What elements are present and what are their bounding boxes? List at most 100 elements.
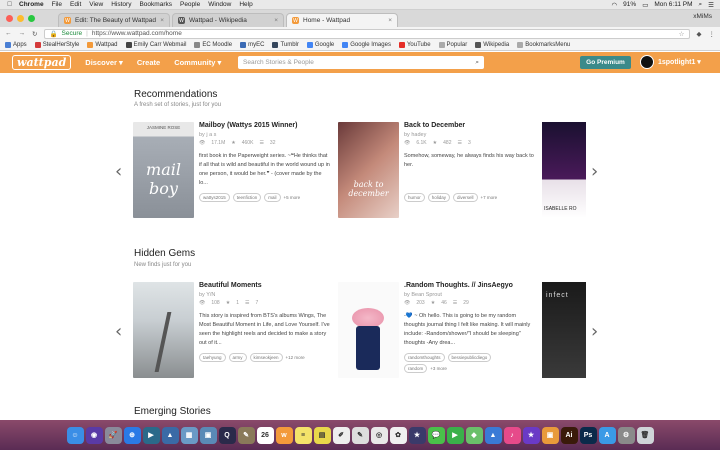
menu-bookmarks[interactable]: Bookmarks: [139, 1, 172, 8]
menu-view[interactable]: View: [89, 1, 103, 8]
carousel-next-icon[interactable]: ›: [591, 161, 598, 182]
story-title[interactable]: Back to December: [404, 122, 536, 129]
close-tab-icon[interactable]: ×: [160, 17, 164, 24]
tag[interactable]: taehyung: [199, 353, 226, 362]
stickies-icon[interactable]: ▤: [313, 426, 331, 444]
more-tags-link[interactable]: +7 more: [481, 195, 498, 200]
story-card[interactable]: JASMINE ROSE mail boy Mailboy (Wattys 201…: [133, 122, 333, 218]
tag[interactable]: kimseokjeen: [249, 353, 283, 362]
tag[interactable]: teenfiction: [232, 193, 262, 202]
illustrator-icon[interactable]: Ai: [560, 426, 578, 444]
imovie-icon[interactable]: ★: [408, 426, 426, 444]
story-author[interactable]: by j a s: [199, 132, 331, 138]
tab-home-wattpad[interactable]: W Home - Wattpad ×: [286, 13, 398, 27]
tag[interactable]: wattys2015: [199, 193, 230, 202]
reload-icon[interactable]: ↻: [32, 30, 37, 38]
tag[interactable]: mail: [264, 193, 281, 202]
app-2-icon[interactable]: ▲: [161, 426, 179, 444]
story-title[interactable]: .Random Thoughts. // JinsAegyo: [404, 282, 536, 289]
trash-icon[interactable]: 🗑: [636, 426, 654, 444]
photos-icon[interactable]: ✿: [389, 426, 407, 444]
textedit-icon[interactable]: ✐: [332, 426, 350, 444]
tag[interactable]: humor: [404, 193, 425, 202]
close-tab-icon[interactable]: ×: [274, 17, 278, 24]
bookmark-emily-carr-webmail[interactable]: Emily Carr Webmail: [125, 42, 186, 48]
menu-edit[interactable]: Edit: [70, 1, 81, 8]
star-icon[interactable]: ☆: [679, 30, 685, 38]
story-title[interactable]: Mailboy (Wattys 2015 Winner): [199, 122, 331, 129]
bookmark-google[interactable]: Google: [306, 42, 334, 48]
forward-icon[interactable]: →: [19, 30, 26, 37]
system-preferences-icon[interactable]: ⚙: [617, 426, 635, 444]
siri-icon[interactable]: ◉: [85, 426, 103, 444]
carousel-prev-icon[interactable]: ‹: [115, 161, 122, 182]
story-card[interactable]: .Random Thoughts. // JinsAegyo by Bean S…: [338, 282, 538, 378]
book-cover-random-thoughts[interactable]: [338, 282, 399, 378]
bookmark-ec-moodle[interactable]: EC Moodle: [194, 42, 232, 48]
tag[interactable]: army: [228, 353, 247, 362]
story-card[interactable]: back to december Back to December by hade…: [338, 122, 538, 218]
itunes-icon[interactable]: ♪: [503, 426, 521, 444]
story-author[interactable]: by Bean Sprout: [404, 292, 536, 298]
bookmark-tumblr[interactable]: Tumblr: [272, 42, 299, 48]
menu-history[interactable]: History: [111, 1, 131, 8]
battery-percent[interactable]: 91%: [623, 1, 636, 8]
notes-icon[interactable]: ≡: [294, 426, 312, 444]
bookmark-google-images[interactable]: Google Images: [342, 42, 391, 48]
nav-create[interactable]: Create: [137, 58, 160, 67]
tag[interactable]: holiday: [427, 193, 451, 202]
search-icon[interactable]: ⌕: [699, 1, 703, 9]
book-cover-mailboy[interactable]: JASMINE ROSE mail boy: [133, 122, 194, 218]
facetime-icon[interactable]: ▶: [446, 426, 464, 444]
more-tags-link[interactable]: +5 more: [284, 195, 301, 200]
menu-file[interactable]: File: [52, 1, 62, 8]
menu-app-name[interactable]: Chrome: [19, 1, 44, 8]
menu-window[interactable]: Window: [208, 1, 231, 8]
bookmark-stealherstyle[interactable]: StealHerStyle: [34, 42, 79, 48]
search-input[interactable]: Search Stories & People ⌕: [238, 56, 484, 69]
menu-list-icon[interactable]: ☰: [708, 1, 714, 9]
search-icon[interactable]: ⌕: [475, 59, 479, 67]
finder-icon[interactable]: ☺: [66, 426, 84, 444]
more-tags-link[interactable]: +12 more: [286, 355, 305, 360]
back-icon[interactable]: ←: [5, 30, 12, 37]
url-field[interactable]: 🔒 Secure | https://www.wattpad.com/home …: [44, 28, 690, 39]
photoshop-icon[interactable]: Ps: [579, 426, 597, 444]
wattpad-logo[interactable]: wattpad: [12, 55, 72, 70]
menu-people[interactable]: People: [180, 1, 200, 8]
app-store-icon[interactable]: A: [598, 426, 616, 444]
tab-edit-beauty[interactable]: W Edit: The Beauty of Wattpad ×: [58, 13, 170, 27]
clock[interactable]: Mon 6:11 PM: [654, 1, 692, 8]
chrome-menu-icon[interactable]: ⋮: [709, 30, 716, 38]
carousel-prev-icon[interactable]: ‹: [115, 321, 122, 342]
ibooks-icon[interactable]: ▣: [541, 426, 559, 444]
bookmark-bookmarksmenu[interactable]: BookmarksMenu: [517, 42, 570, 48]
close-window-icon[interactable]: [6, 15, 13, 22]
battery-icon[interactable]: ▭: [642, 1, 648, 9]
quicktime-icon[interactable]: Q: [218, 426, 236, 444]
story-title[interactable]: Beautiful Moments: [199, 282, 331, 289]
safari-icon[interactable]: ⊕: [123, 426, 141, 444]
bookmark-apps[interactable]: Apps: [5, 42, 27, 48]
extension-icon[interactable]: ◆: [697, 30, 702, 38]
keynote-icon[interactable]: ▲: [484, 426, 502, 444]
tag[interactable]: bessiepublicdiego: [447, 353, 492, 362]
minimize-window-icon[interactable]: [17, 15, 24, 22]
more-tags-link[interactable]: +3 more: [430, 366, 447, 371]
bookmark-youtube[interactable]: YouTube: [398, 42, 431, 48]
user-menu[interactable]: 1spotlight1 ▾: [640, 55, 701, 69]
book-cover-partial[interactable]: infect: [542, 282, 586, 378]
textedit-2-icon[interactable]: ✎: [351, 426, 369, 444]
bookmark-popular[interactable]: Popular: [438, 42, 467, 48]
book-cover-beautiful-moments[interactable]: [133, 282, 194, 378]
zoom-window-icon[interactable]: [28, 15, 35, 22]
story-author[interactable]: by Y/N: [199, 292, 331, 298]
calendar-icon[interactable]: 26: [256, 426, 274, 444]
profile-name[interactable]: xMiMs: [693, 13, 712, 20]
preview-icon[interactable]: ▣: [199, 426, 217, 444]
bookmark-myec[interactable]: myEC: [240, 42, 264, 48]
menu-help[interactable]: Help: [239, 1, 252, 8]
nav-discover[interactable]: Discover ▾: [85, 58, 123, 67]
wifi-icon[interactable]: ◠: [612, 1, 618, 9]
tag[interactable]: randomthoughts: [404, 353, 445, 362]
